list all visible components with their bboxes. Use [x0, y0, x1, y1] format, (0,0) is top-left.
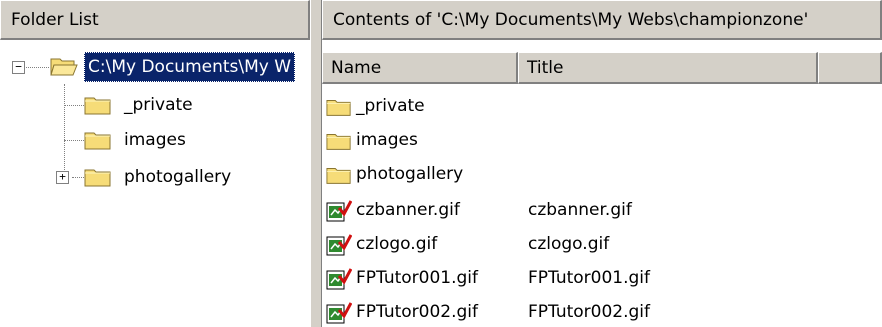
folder-icon	[326, 96, 352, 118]
tree-item-label: _private	[124, 95, 193, 115]
list-item[interactable]: FPTutor001.gif FPTutor001.gif	[322, 261, 882, 295]
tree-item-label: C:\My Documents\My W	[84, 52, 296, 82]
file-name: photogallery	[356, 164, 464, 184]
file-name: FPTutor001.gif	[356, 268, 479, 288]
collapse-toggle[interactable]: −	[12, 61, 25, 74]
tree-item-photogallery[interactable]: + photogallery	[0, 162, 310, 192]
list-item[interactable]: czlogo.gif czlogo.gif	[322, 227, 882, 261]
file-list: _private images photogallery czbanner.gi…	[322, 84, 882, 327]
folder-tree: − C:\My Documents\My W _private images +…	[0, 40, 310, 327]
folder-icon	[84, 95, 112, 115]
tree-item-label: images	[124, 130, 186, 150]
file-title: czlogo.gif	[528, 234, 610, 254]
list-item[interactable]: _private	[322, 89, 882, 123]
column-header-label: Title	[527, 58, 564, 78]
file-name: FPTutor002.gif	[356, 302, 479, 322]
pane-splitter[interactable]	[310, 0, 322, 327]
tree-item-root[interactable]: − C:\My Documents\My W	[0, 52, 310, 82]
folder-icon	[326, 130, 352, 152]
contents-header: Contents of 'C:\My Documents\My Webs\cha…	[322, 0, 882, 40]
file-title: FPTutor002.gif	[528, 302, 651, 322]
list-item[interactable]: FPTutor002.gif FPTutor002.gif	[322, 295, 882, 327]
gif-image-icon	[326, 302, 352, 324]
folder-icon	[84, 130, 112, 150]
file-title: FPTutor001.gif	[528, 268, 651, 288]
folder-icon	[326, 164, 352, 186]
column-header-title[interactable]: Title	[518, 52, 818, 84]
tree-item-label: photogallery	[124, 167, 232, 187]
tree-item-images[interactable]: images	[0, 125, 310, 155]
gif-image-icon	[326, 234, 352, 256]
folder-list-header: Folder List	[0, 0, 310, 40]
list-item[interactable]: photogallery	[322, 157, 882, 191]
column-headers: Name Title	[322, 52, 882, 84]
file-name: czbanner.gif	[356, 200, 460, 220]
list-item[interactable]: images	[322, 123, 882, 157]
expand-toggle[interactable]: +	[56, 171, 69, 184]
file-name: images	[356, 130, 418, 150]
column-header-name[interactable]: Name	[322, 52, 518, 84]
folder-icon	[84, 167, 112, 187]
column-header-label: Name	[331, 58, 382, 78]
contents-title: Contents of 'C:\My Documents\My Webs\cha…	[333, 10, 809, 30]
file-name: czlogo.gif	[356, 234, 438, 254]
file-name: _private	[356, 96, 425, 116]
list-item[interactable]: czbanner.gif czbanner.gif	[322, 193, 882, 227]
folder-list-title: Folder List	[11, 10, 99, 30]
file-title: czbanner.gif	[528, 200, 632, 220]
column-header-extra[interactable]	[818, 52, 882, 84]
gif-image-icon	[326, 200, 352, 222]
open-folder-icon	[50, 56, 78, 76]
tree-item-private[interactable]: _private	[0, 90, 310, 120]
gif-image-icon	[326, 268, 352, 290]
